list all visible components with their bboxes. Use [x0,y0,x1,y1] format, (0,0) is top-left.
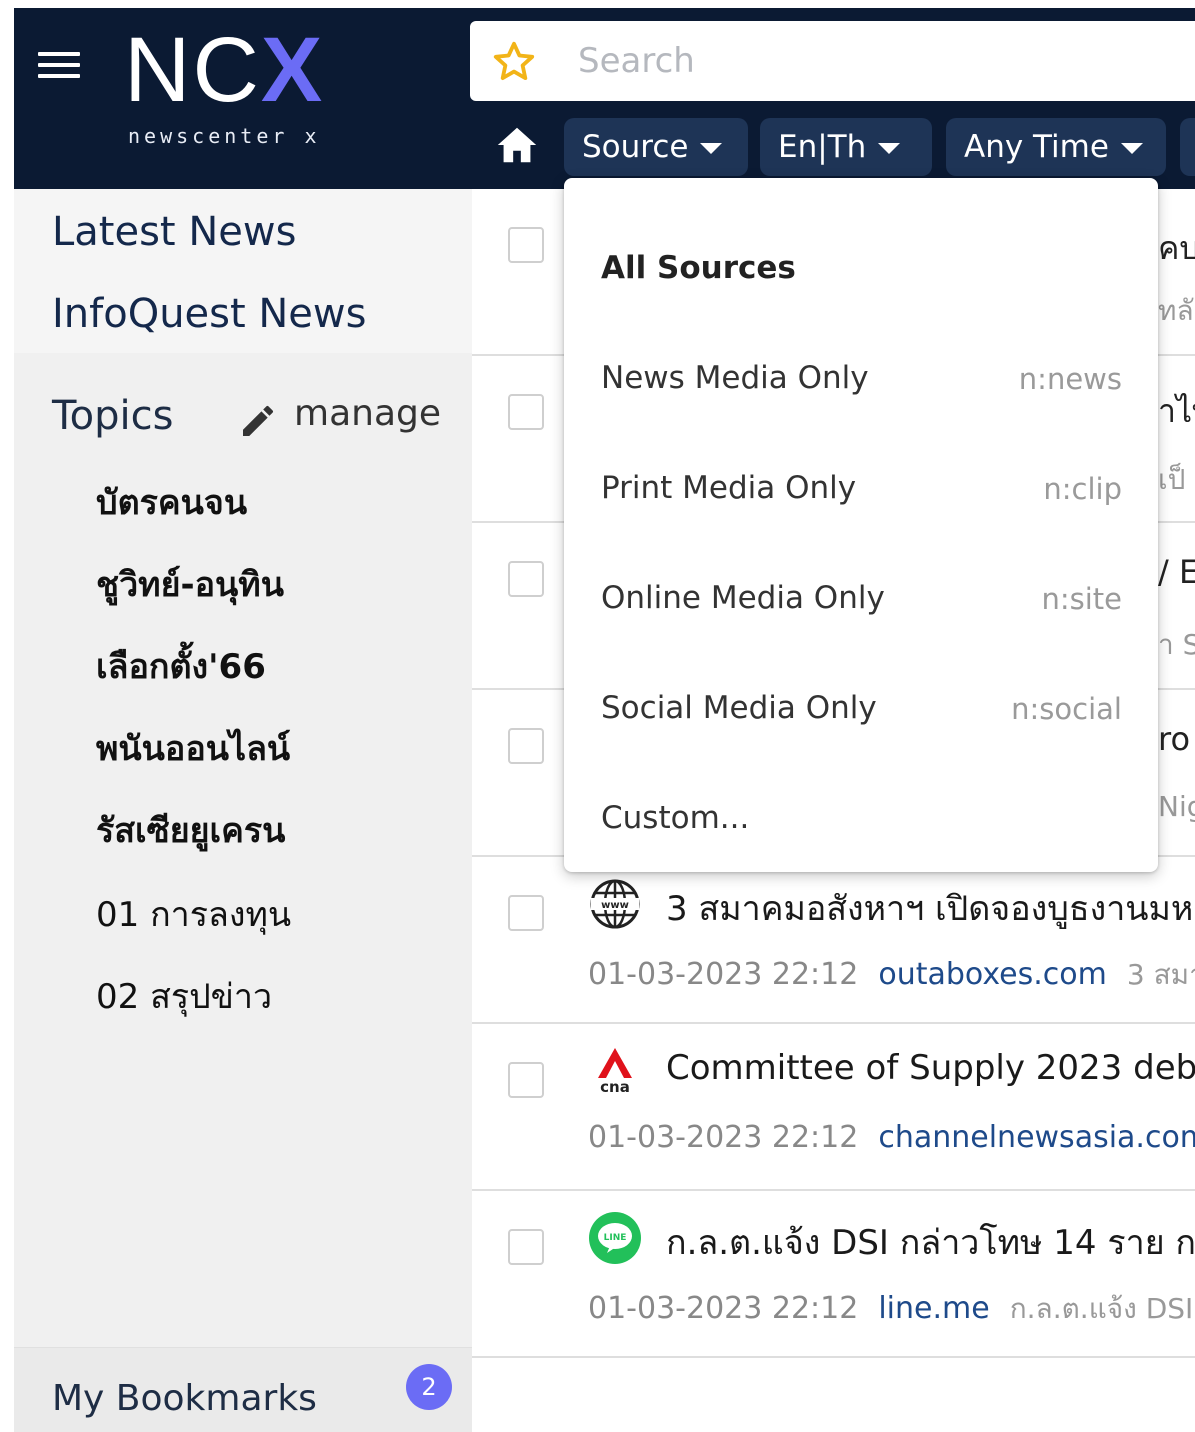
news-date: 01-03-2023 22:12 [588,1120,859,1155]
logo-nc: NC [124,19,261,121]
globe-icon: www [590,879,640,929]
pencil-icon [243,405,273,436]
dropdown-item-hint: n:news [1018,362,1122,396]
dropdown-item-hint: n:site [1041,582,1122,616]
row-checkbox[interactable] [508,895,544,931]
row-snippet-fragment: ทลั [1158,294,1194,327]
language-filter-label: En|Th [778,129,867,165]
dropdown-item-social-media[interactable]: Social Media Only n:social [564,656,1158,756]
row-checkbox[interactable] [508,728,544,764]
news-meta: 01-03-2023 22:12 channelnewsasia.com [588,1120,1195,1155]
row-title-fragment: / E [1158,553,1195,591]
topic-item[interactable]: เลือกตั้ง'66 [96,639,266,693]
logo-subtitle: newscenter x [128,124,321,148]
topic-item[interactable]: บัตรคนจน [96,475,247,529]
news-title[interactable]: 3 สมาคมอสังหาฯ เปิดจองบูธงานมหกรรม [666,881,1195,935]
news-date: 01-03-2023 22:12 [588,957,859,992]
manage-label: manage [294,393,442,434]
nav-infoquest-news[interactable]: InfoQuest News [52,291,366,337]
source-filter-label: Source [582,129,689,165]
news-meta: 01-03-2023 22:12 line.me ก.ล.ต.แจ้ง DSI [588,1287,1193,1331]
home-icon[interactable] [492,122,542,168]
topic-item[interactable]: ชูวิทย์-อนุทิน [96,557,284,611]
bookmarks-label: My Bookmarks [52,1378,317,1419]
language-filter-button[interactable]: En|Th [760,118,932,176]
topic-item[interactable]: พนันออนไลน์ [96,721,290,775]
row-checkbox[interactable] [508,1229,544,1265]
row-checkbox[interactable] [508,227,544,263]
dropdown-item-custom[interactable]: Custom... [564,766,1158,866]
row-checkbox[interactable] [508,561,544,597]
dropdown-item-label: Online Media Only [601,580,885,616]
more-filter-button[interactable] [1180,118,1195,176]
dropdown-item-label: All Sources [601,250,796,286]
topic-item[interactable]: รัสเซียยูเครน [96,803,285,857]
caret-down-icon [1120,143,1143,154]
cna-logo-icon: cna [598,1048,632,1096]
search-bar [470,21,1195,101]
source-dropdown-menu: All Sources News Media Only n:news Print… [564,178,1158,872]
time-filter-label: Any Time [964,129,1109,165]
source-filter-button[interactable]: Source [564,118,748,176]
row-snippet-fragment: Nig [1158,790,1195,823]
news-row[interactable]: cna Committee of Supply 2023 debate 01-0… [472,1024,1195,1191]
app-window: NCX newscenter x Source En|Th Any Time L… [14,8,1195,1432]
nav-latest-news[interactable]: Latest News [52,209,296,255]
row-title-fragment: คบ [1158,229,1195,267]
hamburger-menu-icon[interactable] [36,48,82,82]
top-header: NCX newscenter x Source En|Th Any Time [14,8,1195,189]
dropdown-item-all-sources[interactable]: All Sources [564,216,1158,316]
sidebar-nav: Latest News InfoQuest News [14,189,472,353]
topics-heading: Topics [52,393,174,439]
line-logo-icon: LINE [589,1212,641,1264]
ncx-logo[interactable]: NCX newscenter x [124,20,354,150]
dropdown-item-label: Social Media Only [601,690,877,726]
news-row[interactable]: LINE ก.ล.ต.แจ้ง DSI กล่าวโทษ 14 ราย กรณี… [472,1191,1195,1358]
search-input[interactable] [578,35,1178,87]
star-icon[interactable] [490,39,538,85]
topic-item[interactable]: 02 สรุปข่าว [96,969,272,1023]
row-snippet-fragment: เป็ [1158,463,1186,496]
news-domain[interactable]: line.me [878,1291,989,1326]
dropdown-item-hint: n:clip [1043,472,1122,506]
svg-text:LINE: LINE [604,1233,627,1243]
news-meta: 01-03-2023 22:12 outaboxes.com 3 สมาคม [588,953,1195,997]
sidebar: Latest News InfoQuest News Topics manage… [14,189,472,1432]
topic-item[interactable]: 01 การลงทุน [96,887,291,941]
row-title-fragment: ro [1158,720,1191,758]
logo-x: X [260,19,325,121]
row-title-fragment: าไพ [1158,392,1195,430]
time-filter-button[interactable]: Any Time [946,118,1166,176]
dropdown-item-online-media[interactable]: Online Media Only n:site [564,546,1158,646]
dropdown-item-news-media[interactable]: News Media Only n:news [564,326,1158,426]
caret-down-icon [878,143,901,154]
svg-text:www: www [601,900,629,911]
row-checkbox[interactable] [508,1062,544,1098]
news-domain[interactable]: channelnewsasia.com [878,1120,1195,1155]
row-snippet-fragment: า S [1158,628,1195,661]
my-bookmarks[interactable]: My Bookmarks 2 [14,1347,472,1432]
caret-down-icon [700,143,723,154]
dropdown-item-label: Custom... [601,800,750,836]
dropdown-item-print-media[interactable]: Print Media Only n:clip [564,436,1158,536]
news-title[interactable]: Committee of Supply 2023 debate [666,1048,1195,1088]
row-checkbox[interactable] [508,394,544,430]
news-date: 01-03-2023 22:12 [588,1291,859,1326]
svg-text:cna: cna [600,1078,630,1096]
news-title[interactable]: ก.ล.ต.แจ้ง DSI กล่าวโทษ 14 ราย กรณี [666,1215,1195,1269]
news-snippet: 3 สมาคม [1126,958,1195,991]
news-snippet: ก.ล.ต.แจ้ง DSI [1009,1292,1194,1325]
bookmarks-count-badge: 2 [406,1364,452,1410]
news-domain[interactable]: outaboxes.com [878,957,1107,992]
news-row[interactable]: www 3 สมาคมอสังหาฯ เปิดจองบูธงานมหกรรม 0… [472,857,1195,1024]
dropdown-item-label: News Media Only [601,360,869,396]
dropdown-item-hint: n:social [1011,692,1122,726]
dropdown-item-label: Print Media Only [601,470,857,506]
